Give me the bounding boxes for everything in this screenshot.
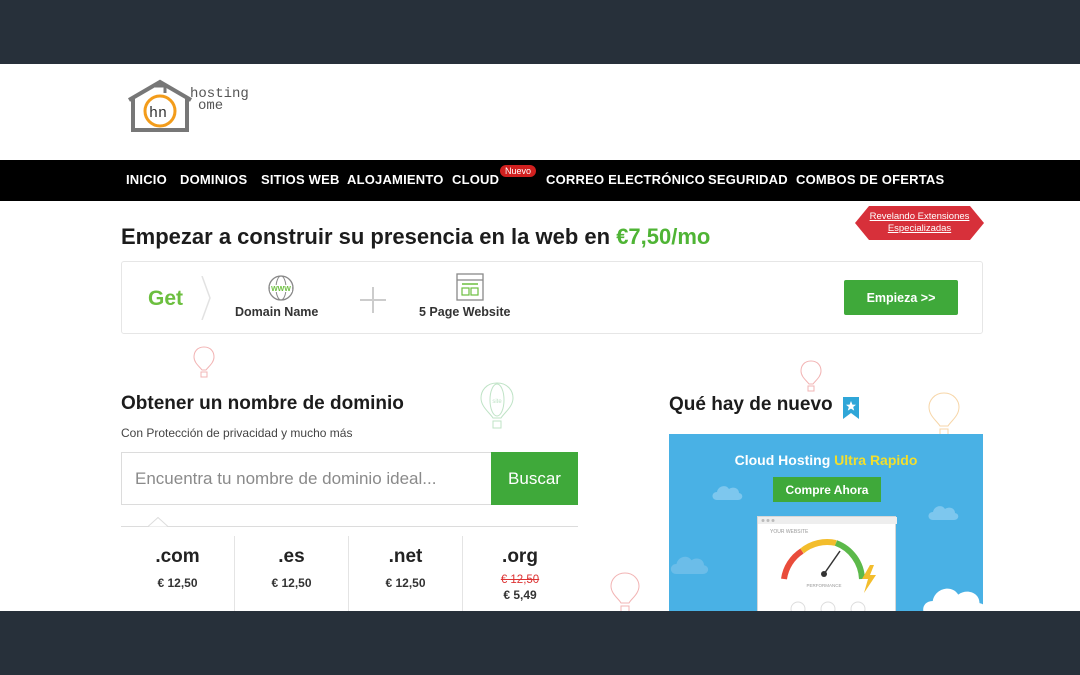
globe-www-text: WWW	[271, 286, 291, 293]
get-offer-box: Get WWW Domain Name 5 Page Website Empie…	[121, 261, 983, 334]
banner-title-highlight: Ultra Rapido	[834, 452, 918, 468]
empieza-button[interactable]: Empieza >>	[844, 280, 958, 315]
balloon-icon	[193, 346, 215, 378]
hero-price: €7,50/mo	[616, 224, 711, 249]
cloud-icon	[928, 506, 959, 520]
compre-ahora-button[interactable]: Compre Ahora	[773, 477, 881, 502]
nav-item-seguridad[interactable]: SEGURIDAD	[708, 172, 788, 187]
domain-name-label: Domain Name	[235, 305, 319, 319]
balloon-icon	[610, 572, 640, 611]
domain-section-subtitle: Con Protección de privacidad y mucho más	[121, 426, 353, 440]
tld-net[interactable]: .net € 12,50	[349, 536, 463, 611]
domain-search-input[interactable]	[121, 452, 492, 505]
hero-title-text: Empezar a construir su presencia en la w…	[121, 224, 617, 249]
tld-price: € 12,50	[271, 576, 312, 590]
tld-old-price: € 12,50	[500, 574, 540, 586]
window-frame-bottom	[0, 611, 1080, 675]
globe-www-icon: WWW	[268, 275, 294, 301]
banner-title: Cloud Hosting Ultra Rapido	[669, 452, 983, 468]
nav-item-correo[interactable]: CORREO ELECTRÓNICO	[546, 172, 705, 187]
page-website-label: 5 Page Website	[419, 305, 511, 319]
house-logo-icon: hn	[127, 79, 193, 132]
main-nav: INICIO DOMINIOS SITIOS WEB ALOJAMIENTO C…	[0, 160, 1080, 201]
cloud-icon	[670, 556, 709, 574]
nav-item-sitios-web[interactable]: SITIOS WEB	[261, 172, 340, 187]
performance-gauge-illustration: YOUR WEBSITE PERFORMANCE	[758, 517, 897, 611]
gauge-label: PERFORMANCE	[806, 583, 841, 588]
website-layout-icon	[456, 273, 484, 301]
tld-name: .net	[388, 546, 423, 567]
bookmark-star-icon	[843, 397, 859, 419]
nav-item-inicio[interactable]: INICIO	[126, 172, 167, 187]
nuevo-badge: Nuevo	[500, 165, 537, 177]
nav-item-combos[interactable]: COMBOS DE OFERTAS	[796, 172, 944, 187]
cloud-icon	[712, 486, 743, 500]
domain-section-title: Obtener un nombre de dominio	[121, 393, 404, 414]
nav-item-dominios[interactable]: DOMINIOS	[180, 172, 247, 187]
hero-title: Empezar a construir su presencia en la w…	[121, 224, 710, 250]
tld-price: € 12,50	[157, 576, 198, 590]
tld-name: .org	[502, 546, 538, 567]
promo-text: Revelando Extensiones Especializadas	[855, 211, 984, 235]
get-label: Get	[148, 287, 184, 310]
web-page: hn hosting ome INICIO DOMINIOS SITIOS WE…	[0, 64, 1080, 611]
cloud-icon	[923, 588, 983, 611]
chevron-right-icon	[201, 276, 211, 320]
balloon-label: site	[492, 399, 502, 405]
banner-title-text: Cloud Hosting	[734, 452, 835, 468]
tld-price: € 12,50	[385, 576, 426, 590]
browser-label: YOUR WEBSITE	[770, 529, 809, 535]
balloon-icon	[800, 360, 822, 392]
tld-es[interactable]: .es € 12,50	[235, 536, 349, 611]
svg-text:hn: hn	[149, 105, 167, 122]
news-section-title: Qué hay de nuevo	[669, 394, 833, 415]
site-header: hn hosting ome	[0, 64, 1080, 160]
nav-item-alojamiento[interactable]: ALOJAMIENTO	[347, 172, 444, 187]
plus-icon	[360, 287, 386, 313]
promo-badge[interactable]: Revelando Extensiones Especializadas	[855, 206, 984, 240]
promo-text-line2: Especializadas	[887, 223, 952, 234]
promo-text-line1: Revelando Extensiones	[869, 211, 970, 222]
tld-org[interactable]: .org € 12,50 € 5,49	[463, 536, 577, 611]
tld-name: .com	[155, 546, 200, 567]
cloud-hosting-banner[interactable]: Cloud Hosting Ultra Rapido Compre Ahora …	[669, 434, 983, 611]
buscar-button[interactable]: Buscar	[491, 452, 578, 505]
divider	[121, 526, 578, 527]
balloon-icon	[928, 392, 960, 437]
nav-item-cloud[interactable]: CLOUD	[452, 172, 499, 187]
domain-search: Buscar	[121, 452, 578, 505]
tld-price: € 5,49	[503, 588, 537, 602]
browser-illustration: YOUR WEBSITE PERFORMANCE	[757, 516, 897, 611]
tld-com[interactable]: .com € 12,50	[121, 536, 235, 611]
tld-name: .es	[278, 546, 305, 567]
logo-text: hosting ome	[190, 87, 249, 113]
balloon-icon: site	[480, 382, 514, 429]
window-frame-top	[0, 0, 1080, 64]
divider-notch-icon	[148, 517, 168, 527]
